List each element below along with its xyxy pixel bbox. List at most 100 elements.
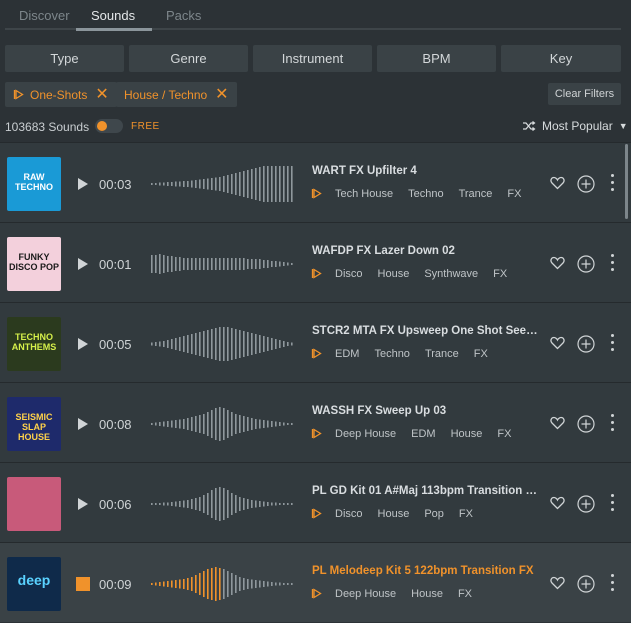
filter-bar: Type Genre Instrument BPM Key xyxy=(5,45,621,72)
tag[interactable]: FX xyxy=(497,428,511,440)
waveform[interactable] xyxy=(150,245,298,283)
play-icon[interactable] xyxy=(76,417,90,431)
active-filter-chip-house-techno[interactable]: House / Techno ✕ xyxy=(116,82,237,107)
tag[interactable]: House xyxy=(378,268,410,280)
play-icon[interactable] xyxy=(76,257,90,271)
pack-artwork[interactable] xyxy=(7,477,61,531)
pack-artwork[interactable]: deep xyxy=(7,557,61,611)
filter-key-button[interactable]: Key xyxy=(501,45,621,72)
sound-title[interactable]: STCR2 MTA FX Upsweep One Shot Seem... xyxy=(312,325,540,337)
play-icon[interactable] xyxy=(76,177,90,191)
scrollbar[interactable] xyxy=(625,144,628,219)
tag[interactable]: Tech House xyxy=(335,188,393,200)
sound-row[interactable]: deep 00:09 PL Melodeep Kit 5 122bpm Transi… xyxy=(0,542,631,622)
tag[interactable]: House xyxy=(378,508,410,520)
waveform-bar xyxy=(271,421,273,427)
waveform[interactable] xyxy=(150,325,298,363)
active-filter-chip-one-shots[interactable]: One-Shots ✕ xyxy=(5,82,117,107)
clear-filters-button[interactable]: Clear Filters xyxy=(548,83,621,105)
tag[interactable]: House xyxy=(411,588,443,600)
tag[interactable]: Pop xyxy=(424,508,444,520)
more-options-icon[interactable] xyxy=(609,174,615,194)
tag[interactable]: Techno xyxy=(374,348,409,360)
add-icon[interactable] xyxy=(577,575,595,593)
tag[interactable]: Deep House xyxy=(335,588,396,600)
waveform-bar xyxy=(291,423,293,425)
play-icon[interactable] xyxy=(76,497,90,511)
tag[interactable]: Synthwave xyxy=(424,268,478,280)
sound-title[interactable]: WAFDP FX Lazer Down 02 xyxy=(312,245,455,257)
more-options-icon[interactable] xyxy=(609,334,615,354)
sound-row[interactable]: RAW TECHNO 00:03 WART FX Upfilter 4 Tech Ho… xyxy=(0,142,631,222)
heart-icon[interactable] xyxy=(550,576,565,590)
waveform[interactable] xyxy=(150,165,298,203)
waveform-bar xyxy=(175,420,177,428)
tab-packs[interactable]: Packs xyxy=(166,8,201,23)
close-icon[interactable]: ✕ xyxy=(95,86,108,103)
heart-icon[interactable] xyxy=(550,496,565,510)
sound-title[interactable]: WASSH FX Sweep Up 03 xyxy=(312,405,446,417)
waveform-bar xyxy=(235,495,237,513)
pack-artwork[interactable]: RAW TECHNO xyxy=(7,157,61,211)
sound-title[interactable]: WART FX Upfilter 4 xyxy=(312,165,417,177)
tag[interactable]: Disco xyxy=(335,268,363,280)
waveform-bar xyxy=(291,263,293,265)
add-icon[interactable] xyxy=(577,335,595,353)
sound-row[interactable]: FUNKY DISCO POP 00:01 WAFDP FX Lazer Down … xyxy=(0,222,631,302)
tag[interactable]: FX xyxy=(493,268,507,280)
tag[interactable]: FX xyxy=(507,188,521,200)
pack-artwork[interactable]: FUNKY DISCO POP xyxy=(7,237,61,291)
sound-row[interactable]: SEISMIC SLAP HOUSE 00:08 WASSH FX Sweep Up… xyxy=(0,382,631,462)
heart-icon[interactable] xyxy=(550,416,565,430)
more-options-icon[interactable] xyxy=(609,414,615,434)
sound-title[interactable]: PL GD Kit 01 A#Maj 113bpm Transition FX xyxy=(312,485,540,497)
stop-icon[interactable] xyxy=(76,577,90,591)
waveform-bar xyxy=(267,581,269,587)
waveform-bar xyxy=(207,569,209,599)
sort-dropdown[interactable]: Most Popular ▼ xyxy=(522,119,628,133)
waveform-bar xyxy=(159,422,161,426)
play-icon[interactable] xyxy=(76,337,90,351)
tag[interactable]: Disco xyxy=(335,508,363,520)
tag[interactable]: Techno xyxy=(408,188,443,200)
tab-sounds[interactable]: Sounds xyxy=(91,8,135,23)
heart-icon[interactable] xyxy=(550,336,565,350)
tag[interactable]: Deep House xyxy=(335,428,396,440)
tag[interactable]: FX xyxy=(474,348,488,360)
tag[interactable]: FX xyxy=(458,588,472,600)
tag[interactable]: Trance xyxy=(425,348,459,360)
sound-row[interactable]: TECHNO ANTHEMS 00:05 STCR2 MTA FX Upsweep … xyxy=(0,302,631,382)
waveform[interactable] xyxy=(150,405,298,443)
more-options-icon[interactable] xyxy=(609,574,615,594)
add-icon[interactable] xyxy=(577,495,595,513)
tab-discover[interactable]: Discover xyxy=(19,8,70,23)
sound-row[interactable]: 00:06 PL GD Kit 01 A#Maj 113bpm Transitio… xyxy=(0,462,631,542)
waveform-bar xyxy=(195,498,197,510)
free-toggle[interactable] xyxy=(95,119,123,133)
waveform-bar xyxy=(259,335,261,353)
add-icon[interactable] xyxy=(577,175,595,193)
tag[interactable]: EDM xyxy=(335,348,359,360)
filter-type-button[interactable]: Type xyxy=(5,45,124,72)
pack-artwork[interactable]: TECHNO ANTHEMS xyxy=(7,317,61,371)
add-icon[interactable] xyxy=(577,415,595,433)
close-icon[interactable]: ✕ xyxy=(215,86,228,103)
filter-bpm-button[interactable]: BPM xyxy=(377,45,496,72)
tag[interactable]: FX xyxy=(459,508,473,520)
sound-title[interactable]: PL Melodeep Kit 5 122bpm Transition FX xyxy=(312,565,534,577)
filter-instrument-button[interactable]: Instrument xyxy=(253,45,372,72)
top-tabs: Discover Sounds Packs xyxy=(5,0,621,31)
pack-artwork[interactable]: SEISMIC SLAP HOUSE xyxy=(7,397,61,451)
heart-icon[interactable] xyxy=(550,256,565,270)
tag[interactable]: EDM xyxy=(411,428,435,440)
waveform[interactable] xyxy=(150,565,298,603)
tag[interactable]: House xyxy=(451,428,483,440)
waveform[interactable] xyxy=(150,485,298,523)
filter-genre-button[interactable]: Genre xyxy=(129,45,248,72)
tag[interactable]: Trance xyxy=(459,188,493,200)
waveform-bar xyxy=(231,412,233,436)
add-icon[interactable] xyxy=(577,255,595,273)
heart-icon[interactable] xyxy=(550,176,565,190)
more-options-icon[interactable] xyxy=(609,254,615,274)
more-options-icon[interactable] xyxy=(609,494,615,514)
